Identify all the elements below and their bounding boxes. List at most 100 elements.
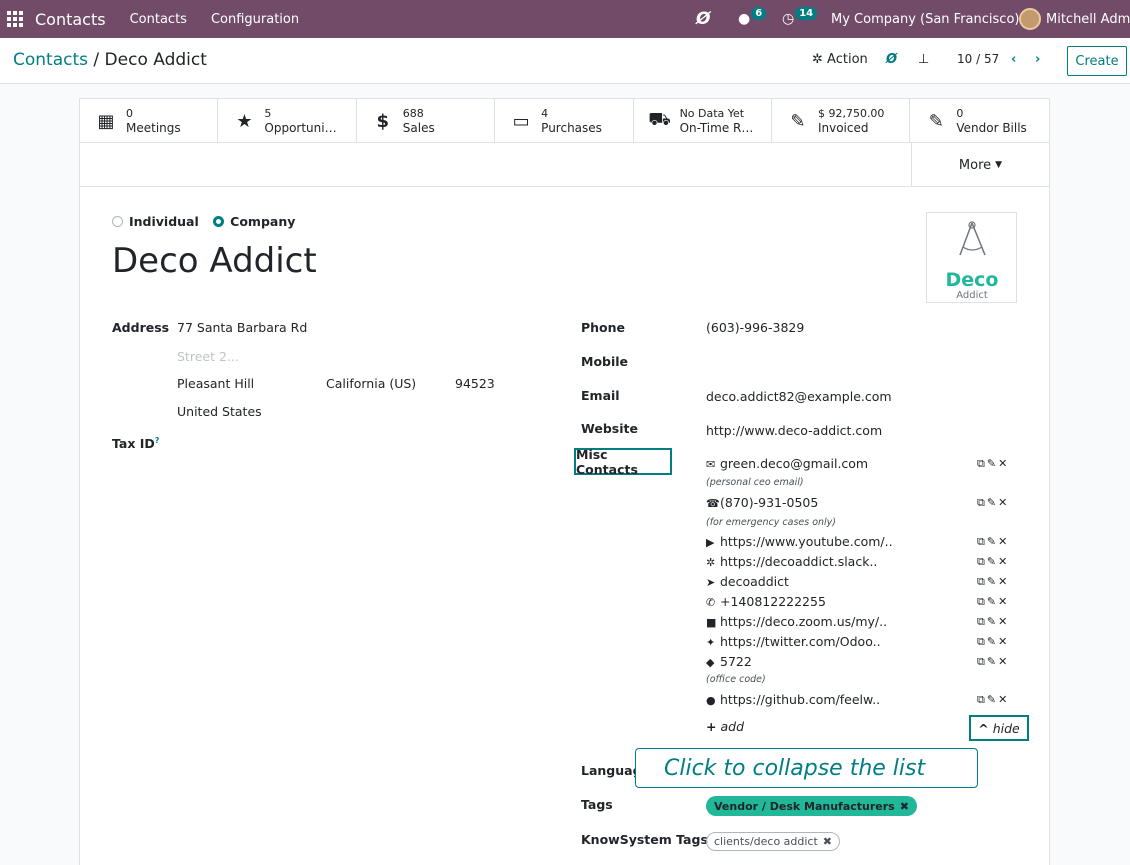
copy-icon[interactable]: ⧉ bbox=[977, 535, 987, 548]
misc-contact-row[interactable]: ➤ decoaddict bbox=[706, 574, 789, 589]
dollar-icon: $ bbox=[376, 110, 390, 132]
radio-company-label[interactable]: Company bbox=[230, 214, 295, 229]
misc-contact-row[interactable]: ☎(870)-931-0505 bbox=[706, 495, 818, 510]
smart-invoiced[interactable]: ✎ $ 92,750.00 Invoiced bbox=[772, 99, 911, 143]
pencil-icon[interactable]: ✎ bbox=[987, 595, 998, 608]
pencil-icon[interactable]: ✎ bbox=[987, 457, 998, 470]
smart-meetings[interactable]: ▦ 0 Meetings bbox=[80, 99, 219, 143]
tag-vendor[interactable]: Vendor / Desk Manufacturers ✖ bbox=[706, 796, 917, 816]
copy-icon[interactable]: ⧉ bbox=[977, 457, 987, 470]
help-icon[interactable]: ? bbox=[155, 436, 160, 445]
menu-contacts[interactable]: Contacts bbox=[130, 12, 187, 27]
zip-field[interactable]: 94523 bbox=[455, 376, 495, 391]
debug-icon[interactable]: Ø bbox=[696, 0, 710, 38]
misc-contact-row[interactable]: ▶ https://www.youtube.com/.. bbox=[706, 534, 893, 549]
misc-contact-row[interactable]: ◆ 5722 bbox=[706, 654, 752, 669]
action-menu[interactable]: ✲ Action bbox=[812, 52, 868, 67]
tag-knowsystem[interactable]: clients/deco addict ✖ bbox=[706, 832, 841, 851]
add-misc-contact-link[interactable]: + add bbox=[706, 719, 744, 734]
misc-contact-row[interactable]: ● https://github.com/feelw.. bbox=[706, 692, 880, 707]
tag-remove-icon[interactable]: ✖ bbox=[900, 800, 909, 813]
copy-icon[interactable]: ⧉ bbox=[977, 595, 987, 608]
pencil-icon[interactable]: ✎ bbox=[987, 496, 998, 509]
user-menu[interactable]: Mitchell Admin bbox=[1019, 0, 1130, 38]
row-actions: ⧉✎✕ bbox=[977, 595, 1009, 609]
close-icon[interactable]: ✕ bbox=[998, 496, 1009, 509]
smart-ontime-label: On-Time R… bbox=[679, 121, 754, 135]
create-button[interactable]: Create bbox=[1067, 46, 1127, 76]
mobile-field[interactable] bbox=[706, 354, 966, 370]
close-icon[interactable]: ✕ bbox=[998, 655, 1009, 668]
street-field[interactable]: 77 Santa Barbara Rd bbox=[177, 320, 307, 335]
close-icon[interactable]: ✕ bbox=[998, 535, 1009, 548]
smart-vendor-bills[interactable]: ✎ 0 Vendor Bills bbox=[910, 99, 1048, 143]
radio-company[interactable] bbox=[213, 216, 225, 227]
close-icon[interactable]: ✕ bbox=[998, 635, 1009, 648]
clock-icon: ◷ bbox=[782, 11, 795, 27]
more-button[interactable]: More ▼ bbox=[911, 143, 1049, 187]
close-icon[interactable]: ✕ bbox=[998, 575, 1009, 588]
menu-configuration[interactable]: Configuration bbox=[211, 12, 299, 27]
pager-prev-icon[interactable]: ‹ bbox=[1011, 52, 1016, 67]
radio-individual-label[interactable]: Individual bbox=[129, 214, 199, 229]
calendar-icon: ▦ bbox=[97, 110, 115, 132]
copy-icon[interactable]: ⧉ bbox=[977, 635, 987, 648]
hide-list-button[interactable]: ^ hide bbox=[969, 715, 1029, 741]
close-icon[interactable]: ✕ bbox=[998, 555, 1009, 568]
copy-icon[interactable]: ⧉ bbox=[977, 555, 987, 568]
pin-icon[interactable]: ⊥ bbox=[918, 52, 929, 67]
smart-meetings-label: Meetings bbox=[126, 121, 181, 135]
close-icon[interactable]: ✕ bbox=[998, 595, 1009, 608]
smart-ontime[interactable]: ⛟ No Data Yet On-Time R… bbox=[634, 99, 772, 143]
pencil-icon[interactable]: ✎ bbox=[987, 535, 998, 548]
copy-icon[interactable]: ⧉ bbox=[977, 615, 987, 628]
email-field[interactable]: deco.addict82@example.com bbox=[706, 389, 892, 404]
misc-contact-row[interactable]: ✦ https://twitter.com/Odoo.. bbox=[706, 634, 881, 649]
website-field[interactable]: http://www.deco-addict.com bbox=[706, 423, 882, 438]
copy-icon[interactable]: ⧉ bbox=[977, 693, 987, 706]
smart-purchases[interactable]: ▭ 4 Purchases bbox=[495, 99, 634, 143]
misc-contact-row[interactable]: ■ https://deco.zoom.us/my/.. bbox=[706, 614, 887, 629]
country-field[interactable]: United States bbox=[177, 404, 262, 419]
misc-contact-row[interactable]: ✲ https://decoaddict.slack.. bbox=[706, 554, 877, 569]
copy-icon[interactable]: ⧉ bbox=[977, 496, 987, 509]
pencil-icon[interactable]: ✎ bbox=[987, 615, 998, 628]
debug-record-icon[interactable]: Ø bbox=[886, 52, 897, 67]
smart-sales[interactable]: $ 688 Sales bbox=[357, 99, 496, 143]
envelope-icon: ✉ bbox=[706, 458, 716, 471]
pencil-icon[interactable]: ✎ bbox=[987, 655, 998, 668]
apps-grid-icon[interactable] bbox=[7, 11, 23, 27]
plus-icon: + bbox=[706, 719, 717, 734]
pager-next-icon[interactable]: › bbox=[1035, 52, 1040, 67]
messages-button[interactable]: ● 6 bbox=[738, 0, 767, 38]
street2-field[interactable]: Street 2... bbox=[177, 349, 239, 364]
pencil-icon[interactable]: ✎ bbox=[987, 555, 998, 568]
copy-icon[interactable]: ⧉ bbox=[977, 575, 987, 588]
tag-remove-icon[interactable]: ✖ bbox=[823, 835, 832, 848]
copy-icon[interactable]: ⧉ bbox=[977, 655, 987, 668]
pencil-icon[interactable]: ✎ bbox=[987, 693, 998, 706]
row-actions: ⧉✎✕ bbox=[977, 693, 1009, 707]
video-icon: ■ bbox=[706, 616, 717, 629]
close-icon[interactable]: ✕ bbox=[998, 457, 1009, 470]
partner-logo[interactable]: Deco Addict bbox=[926, 212, 1017, 303]
smart-vendor-bills-value: 0 bbox=[956, 107, 964, 120]
close-icon[interactable]: ✕ bbox=[998, 615, 1009, 628]
breadcrumb-contacts[interactable]: Contacts bbox=[13, 50, 88, 70]
close-icon[interactable]: ✕ bbox=[998, 693, 1009, 706]
misc-contact-row[interactable]: ✉ green.deco@gmail.com bbox=[706, 456, 868, 471]
smart-opportunities[interactable]: ★ 5 Opportuni… bbox=[218, 99, 357, 143]
pager-value[interactable]: 10 / 57 bbox=[957, 52, 999, 66]
company-switcher[interactable]: My Company (San Francisco) bbox=[831, 0, 1019, 38]
city-field[interactable]: Pleasant Hill bbox=[177, 376, 254, 391]
pencil-icon[interactable]: ✎ bbox=[987, 575, 998, 588]
radio-individual[interactable] bbox=[112, 216, 123, 227]
state-field[interactable]: California (US) bbox=[326, 376, 416, 391]
partner-name[interactable]: Deco Addict bbox=[112, 241, 317, 281]
address-label: Address bbox=[112, 320, 170, 335]
phone-field[interactable]: (603)-996-3829 bbox=[706, 320, 804, 335]
pencil-icon[interactable]: ✎ bbox=[987, 635, 998, 648]
activities-button[interactable]: ◷ 14 bbox=[782, 0, 818, 38]
app-name[interactable]: Contacts bbox=[35, 10, 106, 29]
misc-contact-row[interactable]: ✆ +140812222255 bbox=[706, 594, 826, 609]
